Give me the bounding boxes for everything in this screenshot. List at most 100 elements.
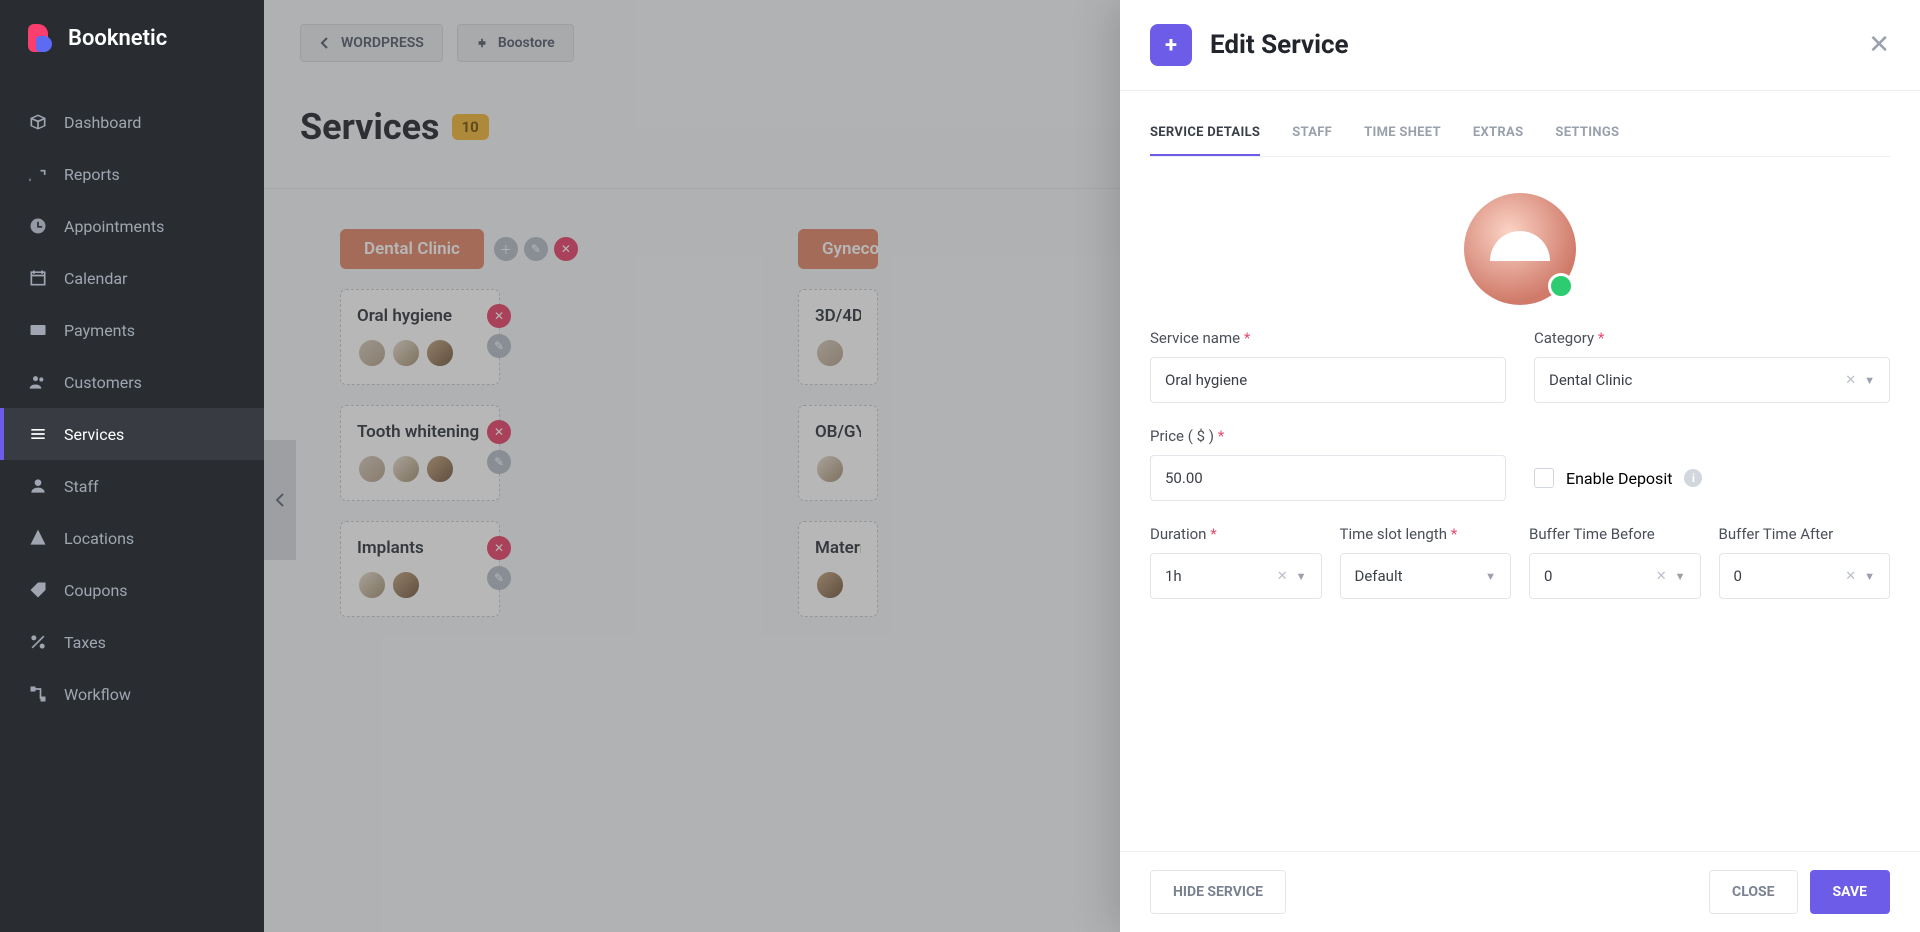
- staff-avatars: [815, 454, 861, 484]
- nav-calendar[interactable]: Calendar: [0, 252, 264, 304]
- staff-avatars: [357, 454, 483, 484]
- chevron-left-icon: [319, 37, 331, 49]
- clear-icon[interactable]: ✕: [1845, 569, 1856, 584]
- nav-label: Coupons: [64, 581, 128, 600]
- clear-icon[interactable]: ✕: [1656, 569, 1667, 584]
- delete-icon[interactable]: ✕: [487, 420, 511, 444]
- chevron-down-icon: ▼: [1864, 570, 1875, 583]
- plugin-icon: [476, 37, 488, 49]
- category-name[interactable]: Dental Clinic: [340, 229, 484, 269]
- buffer-after-select[interactable]: 0 ✕ ▼: [1719, 553, 1891, 599]
- duration-select[interactable]: 1h ✕ ▼: [1150, 553, 1322, 599]
- service-card[interactable]: OB/GYN: [798, 405, 878, 501]
- select-value: 0: [1544, 567, 1552, 585]
- panel-body: SERVICE DETAILS STAFF TIME SHEET EXTRAS …: [1120, 91, 1920, 851]
- tab-service-details[interactable]: SERVICE DETAILS: [1150, 111, 1260, 156]
- nav-label: Staff: [64, 477, 99, 496]
- delete-icon[interactable]: ✕: [487, 536, 511, 560]
- chevron-left-icon: [275, 493, 285, 507]
- price-input[interactable]: [1150, 455, 1506, 501]
- status-indicator: [1548, 273, 1574, 299]
- delete-icon[interactable]: ✕: [554, 237, 578, 261]
- hide-service-button[interactable]: HIDE SERVICE: [1150, 870, 1286, 914]
- nav-workflow[interactable]: Workflow: [0, 668, 264, 720]
- calendar-icon: [28, 268, 48, 288]
- add-icon[interactable]: ＋: [494, 237, 518, 261]
- tab-staff[interactable]: STAFF: [1292, 111, 1332, 156]
- flow-icon: [28, 684, 48, 704]
- breadcrumb-root[interactable]: WORDPRESS: [300, 24, 443, 62]
- service-name-input[interactable]: [1150, 357, 1506, 403]
- tag-icon: [28, 580, 48, 600]
- breadcrumb-label: WORDPRESS: [341, 35, 424, 51]
- info-icon[interactable]: i: [1684, 469, 1702, 487]
- delete-icon[interactable]: ✕: [487, 304, 511, 328]
- label-service-name: Service name *: [1150, 329, 1506, 347]
- collapse-handle[interactable]: [264, 440, 296, 560]
- service-card[interactable]: 3D/4D Ultrasound: [798, 289, 878, 385]
- category-name[interactable]: Gynecology: [798, 229, 878, 269]
- service-card[interactable]: Oral hygiene ✕✎: [340, 289, 500, 385]
- enable-deposit-row[interactable]: Enable Deposit i: [1534, 455, 1890, 501]
- nav-label: Calendar: [64, 269, 127, 288]
- nav-dashboard[interactable]: Dashboard: [0, 96, 264, 148]
- clear-icon[interactable]: ✕: [1277, 569, 1288, 584]
- select-value: Default: [1355, 567, 1403, 585]
- category-actions: ＋ ✎ ✕: [494, 237, 578, 261]
- service-card[interactable]: Tooth whitening ✕✎: [340, 405, 500, 501]
- nav-taxes[interactable]: Taxes: [0, 616, 264, 668]
- spacer-label: [1534, 427, 1890, 445]
- select-value: 1h: [1165, 567, 1182, 585]
- tab-extras[interactable]: EXTRAS: [1473, 111, 1524, 156]
- tab-settings[interactable]: SETTINGS: [1555, 111, 1619, 156]
- staff-avatars: [815, 570, 861, 600]
- close-button[interactable]: CLOSE: [1709, 870, 1797, 914]
- breadcrumb-label: Boostore: [498, 35, 555, 51]
- edit-icon[interactable]: ✎: [487, 334, 511, 358]
- nav-customers[interactable]: Customers: [0, 356, 264, 408]
- nav: Dashboard Reports Appointments Calendar …: [0, 76, 264, 720]
- panel-footer: HIDE SERVICE CLOSE SAVE: [1120, 851, 1920, 932]
- service-card[interactable]: Maternity: [798, 521, 878, 617]
- nav-appointments[interactable]: Appointments: [0, 200, 264, 252]
- breadcrumb-site[interactable]: Boostore: [457, 24, 574, 62]
- chevron-down-icon: ▼: [1296, 570, 1307, 583]
- users-icon: [28, 372, 48, 392]
- timeslot-select[interactable]: Default ▼: [1340, 553, 1512, 599]
- label-buffer-after: Buffer Time After: [1719, 525, 1891, 543]
- save-button[interactable]: SAVE: [1810, 870, 1891, 914]
- clock-icon: [28, 216, 48, 236]
- checkbox-icon[interactable]: [1534, 468, 1554, 488]
- close-icon[interactable]: ✕: [1868, 30, 1890, 60]
- service-card[interactable]: Implants ✕✎: [340, 521, 500, 617]
- nav-coupons[interactable]: Coupons: [0, 564, 264, 616]
- chevron-down-icon: ▼: [1675, 570, 1686, 583]
- edit-service-panel: + Edit Service ✕ SERVICE DETAILS STAFF T…: [1120, 0, 1920, 932]
- edit-icon[interactable]: ✎: [487, 566, 511, 590]
- nav-staff[interactable]: Staff: [0, 460, 264, 512]
- logo[interactable]: Booknetic: [0, 0, 264, 76]
- percent-icon: [28, 632, 48, 652]
- field-price: Price ( $ ) *: [1150, 427, 1506, 501]
- clear-icon[interactable]: ✕: [1845, 373, 1856, 388]
- nav-label: Taxes: [64, 633, 106, 652]
- category-column: Gynecology 3D/4D Ultrasound OB/GYN Mater…: [798, 229, 878, 617]
- label-price: Price ( $ ) *: [1150, 427, 1506, 445]
- nav-locations[interactable]: Locations: [0, 512, 264, 564]
- buffer-before-select[interactable]: 0 ✕ ▼: [1529, 553, 1701, 599]
- nav-reports[interactable]: Reports: [0, 148, 264, 200]
- nav-payments[interactable]: Payments: [0, 304, 264, 356]
- page-title: Services: [300, 106, 440, 148]
- nav-services[interactable]: Services: [0, 408, 264, 460]
- chart-icon: [28, 164, 48, 184]
- category-select[interactable]: Dental Clinic ✕ ▼: [1534, 357, 1890, 403]
- nav-label: Locations: [64, 529, 134, 548]
- tab-timesheet[interactable]: TIME SHEET: [1364, 111, 1441, 156]
- field-buffer-after: Buffer Time After 0 ✕ ▼: [1719, 525, 1891, 599]
- edit-icon[interactable]: ✎: [524, 237, 548, 261]
- label-duration: Duration *: [1150, 525, 1322, 543]
- edit-icon[interactable]: ✎: [487, 450, 511, 474]
- service-name: OB/GYN: [815, 422, 861, 442]
- service-name: Oral hygiene: [357, 306, 483, 326]
- service-name: Implants: [357, 538, 483, 558]
